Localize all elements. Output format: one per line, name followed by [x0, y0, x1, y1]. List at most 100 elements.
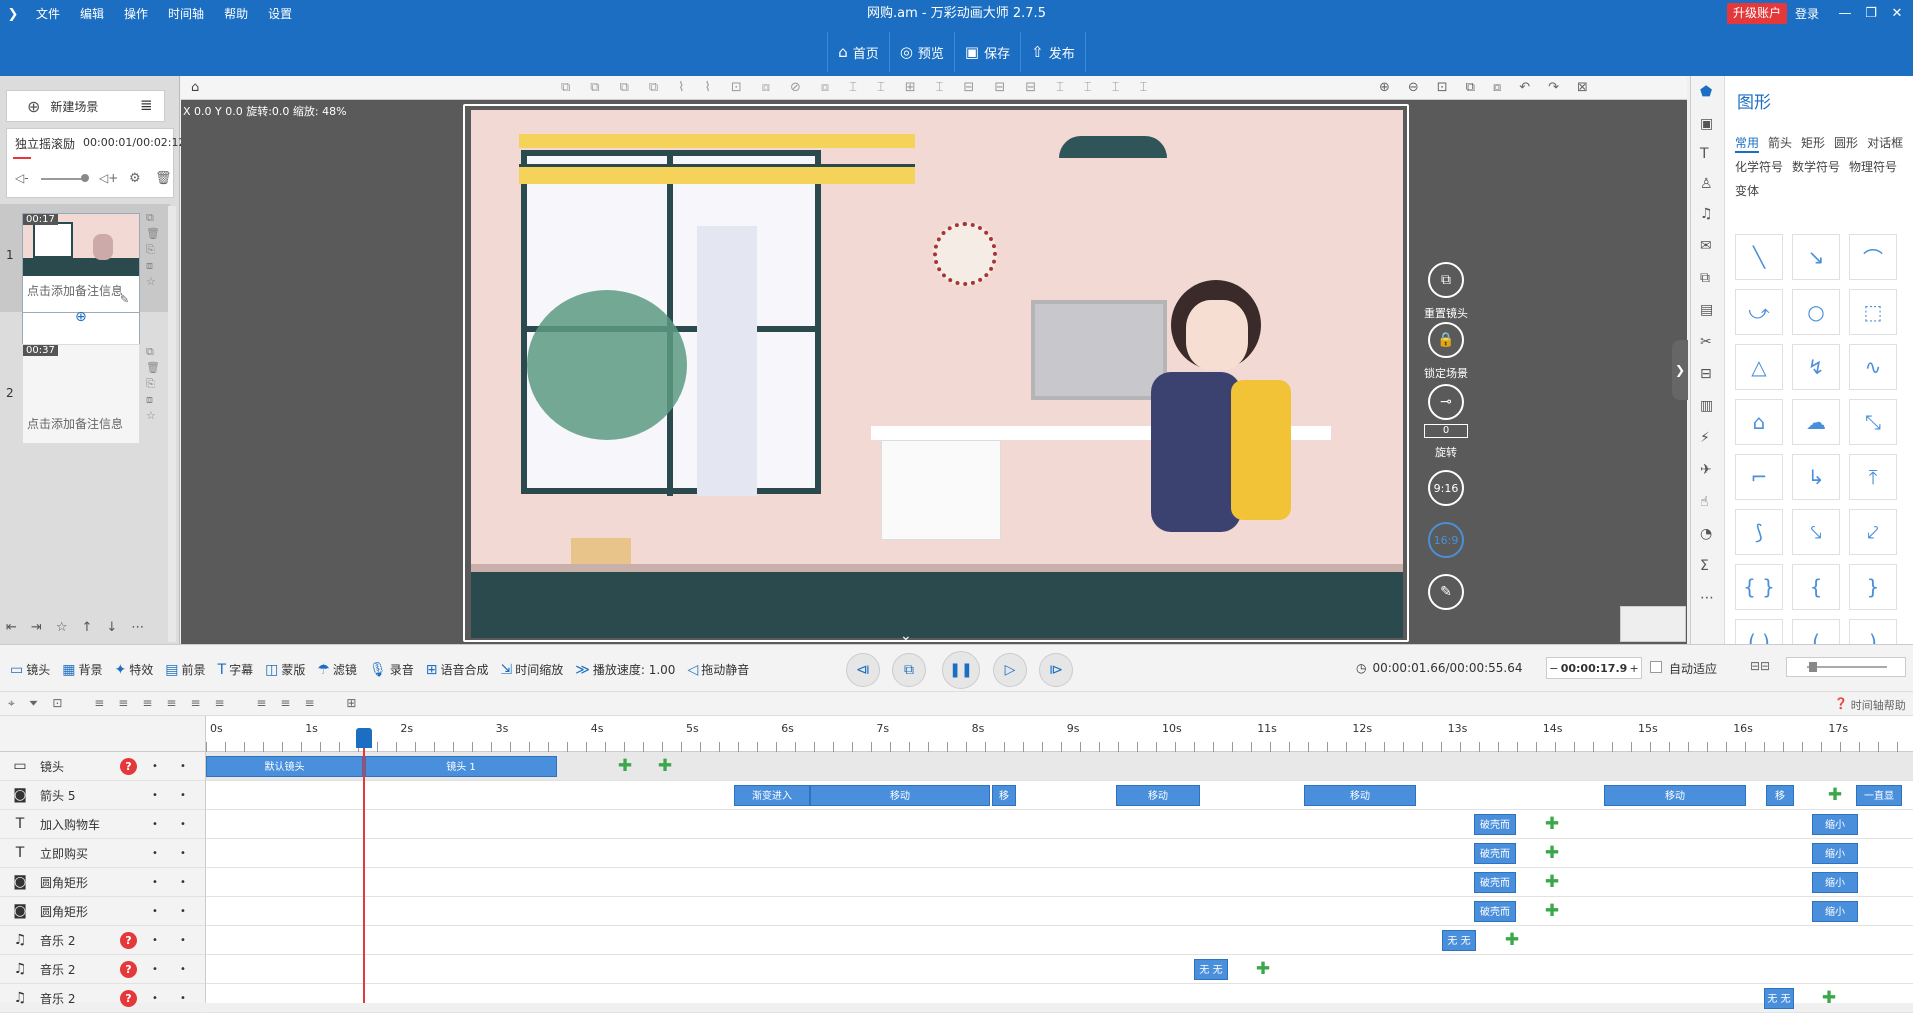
increment-button[interactable]: + [1627, 662, 1641, 675]
animation-clip[interactable]: 移动 [1604, 785, 1746, 806]
animation-clip[interactable]: 移动 [1116, 785, 1200, 806]
animation-clip[interactable]: 破壳而 [1474, 872, 1516, 893]
add-keyframe-icon[interactable]: ✚ [1820, 989, 1838, 1007]
upgrade-button[interactable]: 升级账户 [1727, 3, 1788, 24]
preview-button[interactable]: ◎ 预览 [890, 28, 954, 76]
lock-dot[interactable]: • [180, 819, 186, 830]
copy-icon[interactable]: ⧉ [146, 210, 160, 226]
timeline-help[interactable]: ❓ 时间轴帮助 [1834, 697, 1906, 713]
rotate-dial[interactable]: ⊸ [1428, 384, 1464, 420]
shape-item[interactable]: { [1792, 564, 1840, 610]
export-icon[interactable]: ⇥ [31, 620, 42, 635]
animation-clip[interactable]: 无 无 [1764, 988, 1794, 1009]
reset-camera-button[interactable]: ⧉ [1428, 262, 1464, 298]
timeline-tool-6[interactable]: ☂ 滤镜 [317, 661, 357, 678]
animation-clip[interactable]: 缩小 [1812, 901, 1858, 922]
copy-icon[interactable]: ⧉ [146, 344, 160, 360]
shape-item[interactable]: ○ [1792, 289, 1840, 335]
edit-note-icon[interactable]: ✎ [120, 293, 129, 306]
animation-clip[interactable]: 一直显 [1856, 785, 1902, 806]
lock-dot[interactable]: • [180, 848, 186, 859]
hand-category-icon[interactable]: ☝ [1700, 494, 1709, 510]
track-name-row[interactable]: ▭ 镜头? • • [0, 752, 205, 781]
wall-clock[interactable] [933, 222, 997, 286]
move-up-icon[interactable]: ↑ [81, 620, 92, 635]
split-icon[interactable]: ⧈ [146, 392, 160, 408]
volume-slider[interactable] [41, 178, 85, 180]
home-icon[interactable]: ⌂ [191, 80, 199, 95]
shape-item[interactable]: ⌂ [1735, 399, 1783, 445]
tab-rectangles[interactable]: 矩形 [1801, 134, 1825, 153]
track-name-row[interactable]: ◙ 箭头 5 • • [0, 781, 205, 810]
rotate-value-input[interactable]: 0 [1424, 424, 1468, 438]
edit-scene-button[interactable]: ✎ [1428, 574, 1464, 610]
media-category-icon[interactable]: ▤ [1700, 302, 1713, 318]
zoom-slider-handle[interactable] [1809, 662, 1817, 672]
track-name-row[interactable]: ◙ 圆角矩形 • • [0, 897, 205, 926]
move-down-icon[interactable]: ↓ [106, 620, 117, 635]
prev-frame-button[interactable]: ⧉ [892, 653, 926, 687]
tab-chemistry[interactable]: 化学符号 [1735, 158, 1783, 175]
ceiling-lamp[interactable] [1059, 136, 1167, 158]
shape-item[interactable]: ( ) [1735, 619, 1783, 644]
track-help-icon[interactable]: ? [120, 989, 137, 1007]
shape-item[interactable]: { } [1735, 564, 1783, 610]
duplicate-icon[interactable]: ⎘ [146, 376, 160, 392]
shape-item[interactable]: ) [1849, 619, 1897, 644]
music-progress-bar[interactable] [13, 157, 31, 159]
import-icon[interactable]: ⇤ [6, 620, 17, 635]
shape-item[interactable]: ⤻ [1735, 289, 1783, 335]
track-name-row[interactable]: T 立即购买 • • [0, 839, 205, 868]
split-icon[interactable]: ⧈ [146, 258, 160, 274]
next-scene-button[interactable]: ⧐ [1039, 653, 1073, 687]
zoom-tools[interactable]: ⊕⊖⊡⧉⧈↶↷⊠ [1379, 80, 1606, 95]
lock-dot[interactable]: • [180, 935, 186, 946]
zoom-slider[interactable] [1786, 657, 1906, 677]
shape-item[interactable]: △ [1735, 344, 1783, 390]
tab-variants[interactable]: 变体 [1735, 184, 1759, 198]
add-keyframe-icon[interactable]: ✚ [656, 757, 674, 775]
folder-category-icon[interactable]: ⊟ [1700, 366, 1712, 382]
visibility-dot[interactable]: • [152, 848, 158, 859]
tool-category-icon[interactable]: ✂ [1700, 334, 1712, 350]
add-keyframe-icon[interactable]: ✚ [1543, 902, 1561, 920]
shape-item[interactable]: } [1849, 564, 1897, 610]
add-keyframe-icon[interactable]: ✚ [1503, 931, 1521, 949]
more-icon[interactable]: ⋯ [131, 620, 144, 635]
volume-slider-handle[interactable] [81, 174, 89, 182]
scene-scrollbar[interactable] [168, 206, 176, 642]
visibility-dot[interactable]: • [152, 964, 158, 975]
ratio-16-9-button[interactable]: 16:9 [1428, 522, 1464, 558]
shape-item[interactable]: ⤦ [1849, 509, 1897, 555]
volume-up-icon[interactable]: ◁+ [99, 171, 118, 185]
collapse-timeline-icon[interactable]: ⌄ [900, 628, 912, 644]
sigma-category-icon[interactable]: Σ [1700, 558, 1709, 574]
home-button[interactable]: ⌂ 首页 [828, 28, 889, 76]
shape-item[interactable]: ↳ [1792, 454, 1840, 500]
timeline-tool-7[interactable]: 🎙 录音 [369, 661, 414, 678]
auto-fit-checkbox[interactable] [1650, 661, 1662, 673]
scene-card-2[interactable]: 00:37 点击添加备注信息 [22, 344, 140, 444]
shape-item[interactable]: ⌐ [1735, 454, 1783, 500]
flash-category-icon[interactable]: ⚡ [1700, 430, 1710, 446]
track-help-icon[interactable]: ? [120, 757, 137, 775]
shape-item[interactable]: ☁ [1792, 399, 1840, 445]
track-name-row[interactable]: T 加入购物车 • • [0, 810, 205, 839]
visibility-dot[interactable]: • [152, 877, 158, 888]
grid-icon[interactable]: ⊟⊟ [1750, 659, 1770, 673]
animation-clip[interactable]: 破壳而 [1474, 843, 1516, 864]
shape-item[interactable]: ⬚ [1849, 289, 1897, 335]
pause-button[interactable]: ❚❚ [942, 651, 980, 689]
scene-note[interactable]: 点击添加备注信息 [27, 415, 123, 432]
scene-canvas[interactable] [471, 110, 1403, 638]
tab-math[interactable]: 数学符号 [1792, 158, 1840, 175]
collapse-panel-handle[interactable]: ❯ [1672, 340, 1688, 400]
add-keyframe-icon[interactable]: ✚ [1254, 960, 1272, 978]
lock-dot[interactable]: • [180, 877, 186, 888]
more-category-icon[interactable]: ⋯ [1700, 590, 1714, 606]
maximize-button[interactable]: ❐ [1858, 0, 1884, 28]
animation-clip[interactable]: 镜头 1 [365, 756, 557, 777]
add-scene-icon[interactable]: ⊕ [75, 309, 87, 325]
animation-clip[interactable]: 破壳而 [1474, 814, 1516, 835]
favorite-icon[interactable]: ☆ [56, 620, 68, 635]
